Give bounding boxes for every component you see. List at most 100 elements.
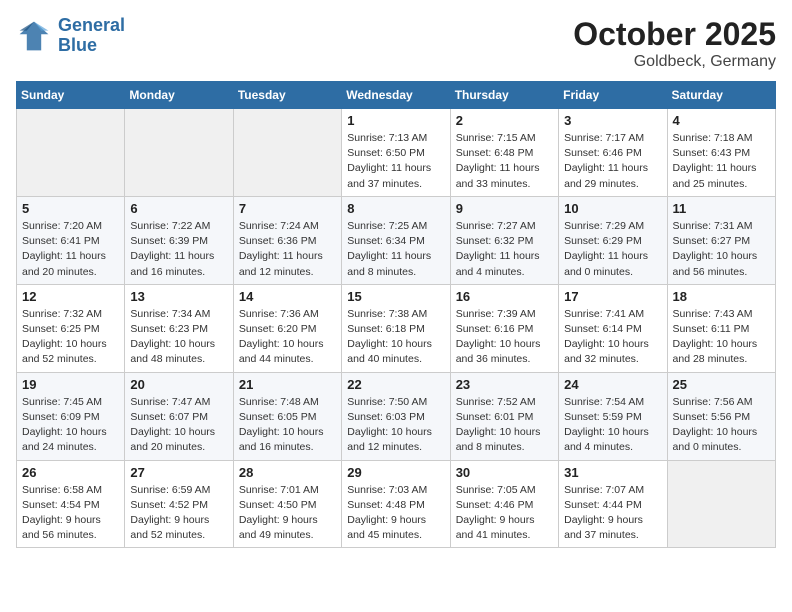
day-detail: Sunrise: 6:59 AM Sunset: 4:52 PM Dayligh…: [130, 483, 227, 544]
table-row: 9 Sunrise: 7:27 AM Sunset: 6:32 PM Daylig…: [450, 196, 558, 284]
day-detail: Sunrise: 7:48 AM Sunset: 6:05 PM Dayligh…: [239, 395, 336, 456]
day-detail: Sunrise: 7:39 AM Sunset: 6:16 PM Dayligh…: [456, 307, 553, 368]
day-detail: Sunrise: 7:34 AM Sunset: 6:23 PM Dayligh…: [130, 307, 227, 368]
table-row: 2 Sunrise: 7:15 AM Sunset: 6:48 PM Daylig…: [450, 109, 558, 197]
day-number: 11: [673, 201, 770, 216]
day-detail: Sunrise: 7:22 AM Sunset: 6:39 PM Dayligh…: [130, 219, 227, 280]
table-row: 13 Sunrise: 7:34 AM Sunset: 6:23 PM Dayli…: [125, 284, 233, 372]
day-detail: Sunrise: 7:47 AM Sunset: 6:07 PM Dayligh…: [130, 395, 227, 456]
day-number: 16: [456, 289, 553, 304]
table-row: [125, 109, 233, 197]
day-number: 20: [130, 377, 227, 392]
day-number: 25: [673, 377, 770, 392]
day-number: 7: [239, 201, 336, 216]
day-number: 19: [22, 377, 119, 392]
table-row: 31 Sunrise: 7:07 AM Sunset: 4:44 PM Dayli…: [559, 460, 667, 548]
table-row: 12 Sunrise: 7:32 AM Sunset: 6:25 PM Dayli…: [17, 284, 125, 372]
calendar-table: SundayMondayTuesdayWednesdayThursdayFrid…: [16, 81, 776, 548]
table-row: [233, 109, 341, 197]
day-detail: Sunrise: 7:32 AM Sunset: 6:25 PM Dayligh…: [22, 307, 119, 368]
day-number: 30: [456, 465, 553, 480]
day-detail: Sunrise: 7:27 AM Sunset: 6:32 PM Dayligh…: [456, 219, 553, 280]
table-row: 27 Sunrise: 6:59 AM Sunset: 4:52 PM Dayli…: [125, 460, 233, 548]
day-detail: Sunrise: 7:03 AM Sunset: 4:48 PM Dayligh…: [347, 483, 444, 544]
location-title: Goldbeck, Germany: [573, 53, 776, 71]
day-detail: Sunrise: 7:41 AM Sunset: 6:14 PM Dayligh…: [564, 307, 661, 368]
title-area: October 2025 Goldbeck, Germany: [573, 16, 776, 71]
day-number: 22: [347, 377, 444, 392]
table-row: 23 Sunrise: 7:52 AM Sunset: 6:01 PM Dayli…: [450, 372, 558, 460]
day-number: 5: [22, 201, 119, 216]
day-number: 3: [564, 113, 661, 128]
day-number: 21: [239, 377, 336, 392]
table-row: 28 Sunrise: 7:01 AM Sunset: 4:50 PM Dayli…: [233, 460, 341, 548]
table-row: [667, 460, 775, 548]
day-number: 27: [130, 465, 227, 480]
logo-text: General Blue: [58, 16, 125, 56]
table-row: 11 Sunrise: 7:31 AM Sunset: 6:27 PM Dayli…: [667, 196, 775, 284]
day-detail: Sunrise: 7:43 AM Sunset: 6:11 PM Dayligh…: [673, 307, 770, 368]
week-row-4: 19 Sunrise: 7:45 AM Sunset: 6:09 PM Dayli…: [17, 372, 776, 460]
table-row: 19 Sunrise: 7:45 AM Sunset: 6:09 PM Dayli…: [17, 372, 125, 460]
day-number: 28: [239, 465, 336, 480]
day-header-thursday: Thursday: [450, 82, 558, 109]
day-number: 26: [22, 465, 119, 480]
day-detail: Sunrise: 7:31 AM Sunset: 6:27 PM Dayligh…: [673, 219, 770, 280]
table-row: 16 Sunrise: 7:39 AM Sunset: 6:16 PM Dayli…: [450, 284, 558, 372]
table-row: 26 Sunrise: 6:58 AM Sunset: 4:54 PM Dayli…: [17, 460, 125, 548]
day-detail: Sunrise: 7:52 AM Sunset: 6:01 PM Dayligh…: [456, 395, 553, 456]
day-detail: Sunrise: 7:18 AM Sunset: 6:43 PM Dayligh…: [673, 131, 770, 192]
day-header-sunday: Sunday: [17, 82, 125, 109]
logo: General Blue: [16, 16, 125, 56]
table-row: 24 Sunrise: 7:54 AM Sunset: 5:59 PM Dayli…: [559, 372, 667, 460]
table-row: 10Sunrise: 7:29 AM Sunset: 6:29 PM Dayli…: [559, 196, 667, 284]
day-detail: Sunrise: 7:17 AM Sunset: 6:46 PM Dayligh…: [564, 131, 661, 192]
table-row: 1Sunrise: 7:13 AM Sunset: 6:50 PM Daylig…: [342, 109, 450, 197]
day-number: 8: [347, 201, 444, 216]
day-header-monday: Monday: [125, 82, 233, 109]
day-number: 24: [564, 377, 661, 392]
table-row: 7Sunrise: 7:24 AM Sunset: 6:36 PM Daylig…: [233, 196, 341, 284]
day-header-tuesday: Tuesday: [233, 82, 341, 109]
table-row: 17 Sunrise: 7:41 AM Sunset: 6:14 PM Dayli…: [559, 284, 667, 372]
day-detail: Sunrise: 7:56 AM Sunset: 5:56 PM Dayligh…: [673, 395, 770, 456]
day-detail: Sunrise: 7:01 AM Sunset: 4:50 PM Dayligh…: [239, 483, 336, 544]
week-row-5: 26 Sunrise: 6:58 AM Sunset: 4:54 PM Dayli…: [17, 460, 776, 548]
day-number: 14: [239, 289, 336, 304]
day-number: 31: [564, 465, 661, 480]
day-detail: Sunrise: 7:54 AM Sunset: 5:59 PM Dayligh…: [564, 395, 661, 456]
day-header-saturday: Saturday: [667, 82, 775, 109]
day-number: 13: [130, 289, 227, 304]
day-detail: Sunrise: 7:45 AM Sunset: 6:09 PM Dayligh…: [22, 395, 119, 456]
day-number: 9: [456, 201, 553, 216]
day-number: 12: [22, 289, 119, 304]
day-number: 2: [456, 113, 553, 128]
day-number: 23: [456, 377, 553, 392]
days-header-row: SundayMondayTuesdayWednesdayThursdayFrid…: [17, 82, 776, 109]
day-number: 29: [347, 465, 444, 480]
week-row-3: 12 Sunrise: 7:32 AM Sunset: 6:25 PM Dayli…: [17, 284, 776, 372]
day-detail: Sunrise: 7:50 AM Sunset: 6:03 PM Dayligh…: [347, 395, 444, 456]
table-row: 15 Sunrise: 7:38 AM Sunset: 6:18 PM Dayli…: [342, 284, 450, 372]
month-title: October 2025: [573, 16, 776, 53]
logo-icon: [16, 18, 52, 54]
table-row: 25 Sunrise: 7:56 AM Sunset: 5:56 PM Dayli…: [667, 372, 775, 460]
day-number: 17: [564, 289, 661, 304]
day-detail: Sunrise: 7:38 AM Sunset: 6:18 PM Dayligh…: [347, 307, 444, 368]
day-detail: Sunrise: 7:15 AM Sunset: 6:48 PM Dayligh…: [456, 131, 553, 192]
table-row: 30Sunrise: 7:05 AM Sunset: 4:46 PM Dayli…: [450, 460, 558, 548]
day-header-wednesday: Wednesday: [342, 82, 450, 109]
day-number: 10: [564, 201, 661, 216]
table-row: [17, 109, 125, 197]
header: General Blue October 2025 Goldbeck, Germ…: [16, 16, 776, 71]
day-detail: Sunrise: 6:58 AM Sunset: 4:54 PM Dayligh…: [22, 483, 119, 544]
table-row: 4Sunrise: 7:18 AM Sunset: 6:43 PM Daylig…: [667, 109, 775, 197]
day-number: 15: [347, 289, 444, 304]
week-row-2: 5 Sunrise: 7:20 AM Sunset: 6:41 PM Daylig…: [17, 196, 776, 284]
week-row-1: 1Sunrise: 7:13 AM Sunset: 6:50 PM Daylig…: [17, 109, 776, 197]
table-row: 18Sunrise: 7:43 AM Sunset: 6:11 PM Dayli…: [667, 284, 775, 372]
table-row: 14Sunrise: 7:36 AM Sunset: 6:20 PM Dayli…: [233, 284, 341, 372]
day-detail: Sunrise: 7:20 AM Sunset: 6:41 PM Dayligh…: [22, 219, 119, 280]
table-row: 22 Sunrise: 7:50 AM Sunset: 6:03 PM Dayli…: [342, 372, 450, 460]
day-detail: Sunrise: 7:07 AM Sunset: 4:44 PM Dayligh…: [564, 483, 661, 544]
